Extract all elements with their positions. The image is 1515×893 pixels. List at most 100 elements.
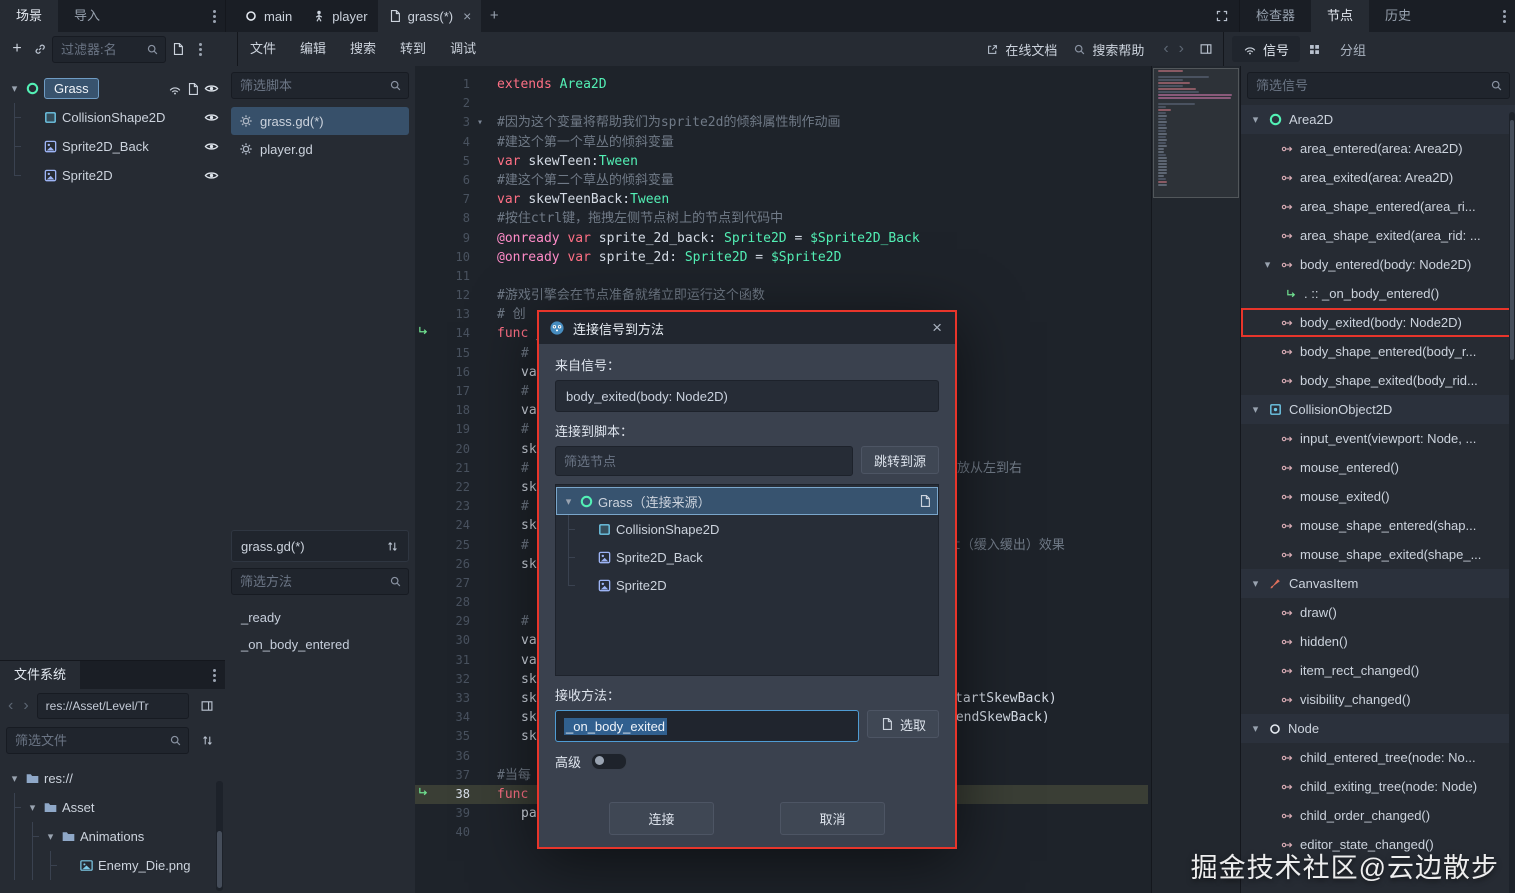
collapse-icon[interactable]: ▾: [562, 495, 575, 508]
close-icon[interactable]: ×: [929, 318, 945, 338]
signal-row[interactable]: area_entered(area: Area2D): [1241, 134, 1515, 163]
signal-row[interactable]: input_event(viewport: Node, ...: [1241, 424, 1515, 453]
scene-tree-item-collision-shape-2d[interactable]: CollisionShape2D: [0, 103, 225, 132]
goto-source-button[interactable]: 跳转到源: [860, 446, 939, 474]
script-item[interactable]: grass.gd(*): [231, 107, 409, 135]
dialog-tree-item[interactable]: CollisionShape2D: [556, 514, 938, 544]
dock-tab-inspector[interactable]: 检查器: [1240, 0, 1311, 32]
sort-icon[interactable]: [386, 540, 399, 553]
dock-tab-node[interactable]: 节点: [1311, 0, 1370, 32]
signal-row[interactable]: area_shape_exited(area_rid: ...: [1241, 221, 1515, 250]
sort-icon[interactable]: [195, 729, 219, 753]
code-line[interactable]: 3 ▾ #因为这个变量将帮助我们为sprite2d的倾斜属性制作动画: [415, 113, 1148, 132]
script-item[interactable]: player.gd: [231, 135, 409, 163]
signal-row[interactable]: child_exiting_tree(node: Node): [1241, 772, 1515, 801]
tab-groups[interactable]: 分组: [1329, 36, 1377, 62]
forward-icon[interactable]: ›: [21, 697, 30, 715]
visibility-toggle-icon[interactable]: [204, 110, 219, 125]
method-item[interactable]: _on_body_entered: [231, 631, 409, 658]
signal-row[interactable]: body_shape_exited(body_rid...: [1241, 366, 1515, 395]
collapse-icon[interactable]: ▾: [1249, 722, 1262, 735]
menu-edit[interactable]: 编辑: [288, 32, 338, 66]
minimap[interactable]: [1151, 66, 1240, 893]
file-tree-item[interactable]: ▾ Asset: [0, 793, 225, 822]
dock-tab-history[interactable]: 历史: [1369, 0, 1427, 32]
signal-filter-input[interactable]: [1254, 77, 1486, 94]
signal-arcs-icon[interactable]: [168, 82, 182, 96]
back-icon[interactable]: ‹: [6, 697, 15, 715]
collapse-icon[interactable]: ▾: [44, 830, 57, 843]
scene-filter-input[interactable]: [59, 40, 142, 58]
code-line[interactable]: 4 #建这个第一个草丛的倾斜变量: [415, 133, 1148, 152]
search-help-button[interactable]: 搜索帮助: [1073, 40, 1144, 59]
fold-icon[interactable]: ▾: [473, 113, 487, 132]
signal-row[interactable]: ▾ body_entered(body: Node2D): [1241, 250, 1515, 279]
signal-class-node[interactable]: ▾ Node: [1241, 714, 1515, 743]
dialog-tree-item[interactable]: Sprite2D_Back: [556, 542, 938, 572]
collapse-icon[interactable]: ▾: [1249, 403, 1262, 416]
dock-tab-import[interactable]: 导入: [58, 0, 116, 32]
code-line[interactable]: 1 extends Area2D: [415, 75, 1148, 94]
visibility-toggle-icon[interactable]: [204, 81, 219, 96]
cancel-button[interactable]: 取消: [780, 802, 885, 835]
collapse-icon[interactable]: ▾: [1249, 577, 1262, 590]
signal-row[interactable]: body_exited(body: Node2D): [1241, 308, 1515, 337]
receiver-method-input[interactable]: _on_body_exited: [555, 710, 859, 742]
dialog-title-bar[interactable]: 连接信号到方法 ×: [539, 312, 955, 344]
new-tab-button[interactable]: +: [481, 0, 507, 32]
attach-script-icon[interactable]: [171, 42, 185, 56]
menu-file[interactable]: 文件: [238, 32, 288, 66]
scrollbar[interactable]: [1509, 112, 1515, 893]
scene-tab-main[interactable]: main: [234, 0, 302, 32]
dock-tab-scene[interactable]: 场景: [0, 0, 59, 32]
signal-class-canvasitem[interactable]: ▾ CanvasItem: [1241, 569, 1515, 598]
code-line[interactable]: 2: [415, 94, 1148, 113]
signal-row[interactable]: mouse_exited(): [1241, 482, 1515, 511]
add-node-button[interactable]: +: [6, 33, 28, 65]
signal-connection-row[interactable]: . :: _on_body_entered(): [1241, 279, 1515, 308]
scene-tree-item-sprite-2d[interactable]: Sprite2D: [0, 161, 225, 190]
scene-tab-player[interactable]: player: [302, 0, 377, 32]
dialog-tree-item[interactable]: Sprite2D: [556, 570, 938, 599]
code-line[interactable]: 10 @onready var sprite_2d: Sprite2D = $Sp…: [415, 248, 1148, 267]
code-line[interactable]: 6 #建这个第二个草丛的倾斜变量: [415, 171, 1148, 190]
menu-goto[interactable]: 转到: [388, 32, 438, 66]
signal-class-collisionobject2d[interactable]: ▾ CollisionObject2D: [1241, 395, 1515, 424]
more-icon[interactable]: [213, 673, 216, 677]
collapse-icon[interactable]: ▾: [1249, 113, 1262, 126]
more-icon[interactable]: [1503, 14, 1506, 18]
history-back-icon[interactable]: ‹: [1158, 40, 1173, 58]
signal-class-area2d[interactable]: ▾ Area2D: [1241, 105, 1515, 134]
collapse-icon[interactable]: ▾: [26, 801, 39, 814]
signal-row[interactable]: area_exited(area: Area2D): [1241, 163, 1515, 192]
signal-row[interactable]: hidden(): [1241, 627, 1515, 656]
tab-signals[interactable]: 信号: [1232, 36, 1301, 62]
method-item[interactable]: _ready: [231, 604, 409, 631]
signal-row[interactable]: body_shape_entered(body_r...: [1241, 337, 1515, 366]
code-line[interactable]: 12 #游戏引擎会在节点准备就绪立即运行这个函数: [415, 286, 1148, 305]
menu-debug[interactable]: 调试: [438, 32, 488, 66]
file-tree-item[interactable]: Enemy_Die.png: [0, 851, 225, 880]
code-line[interactable]: 11: [415, 267, 1148, 286]
online-docs-button[interactable]: 在线文档: [986, 40, 1057, 59]
dialog-tree-item[interactable]: ▾ Grass（连接来源）: [556, 487, 938, 515]
tab-filesystem[interactable]: 文件系统: [0, 661, 81, 689]
script-filter-input[interactable]: [238, 77, 385, 94]
split-panel-icon[interactable]: [195, 694, 219, 718]
pick-button[interactable]: 选取: [866, 710, 939, 738]
scrollbar-grabber[interactable]: [217, 830, 222, 888]
more-icon[interactable]: [213, 14, 216, 18]
filter-nodes-input[interactable]: [555, 446, 853, 476]
collapse-icon[interactable]: ▾: [8, 772, 21, 785]
instance-scene-icon[interactable]: [33, 42, 47, 56]
file-tree-item[interactable]: ▾ Animations: [0, 822, 225, 851]
signal-row[interactable]: mouse_shape_entered(shap...: [1241, 511, 1515, 540]
collapse-icon[interactable]: ▾: [1261, 258, 1274, 271]
scene-tab-grass[interactable]: grass(*) ×: [377, 0, 482, 32]
signal-row[interactable]: mouse_entered(): [1241, 453, 1515, 482]
menu-search[interactable]: 搜索: [338, 32, 388, 66]
code-line[interactable]: 9 @onready var sprite_2d_back: Sprite2D =…: [415, 229, 1148, 248]
history-forward-icon[interactable]: ›: [1174, 40, 1189, 58]
close-icon[interactable]: ×: [463, 8, 471, 24]
scrollbar[interactable]: [216, 781, 223, 891]
